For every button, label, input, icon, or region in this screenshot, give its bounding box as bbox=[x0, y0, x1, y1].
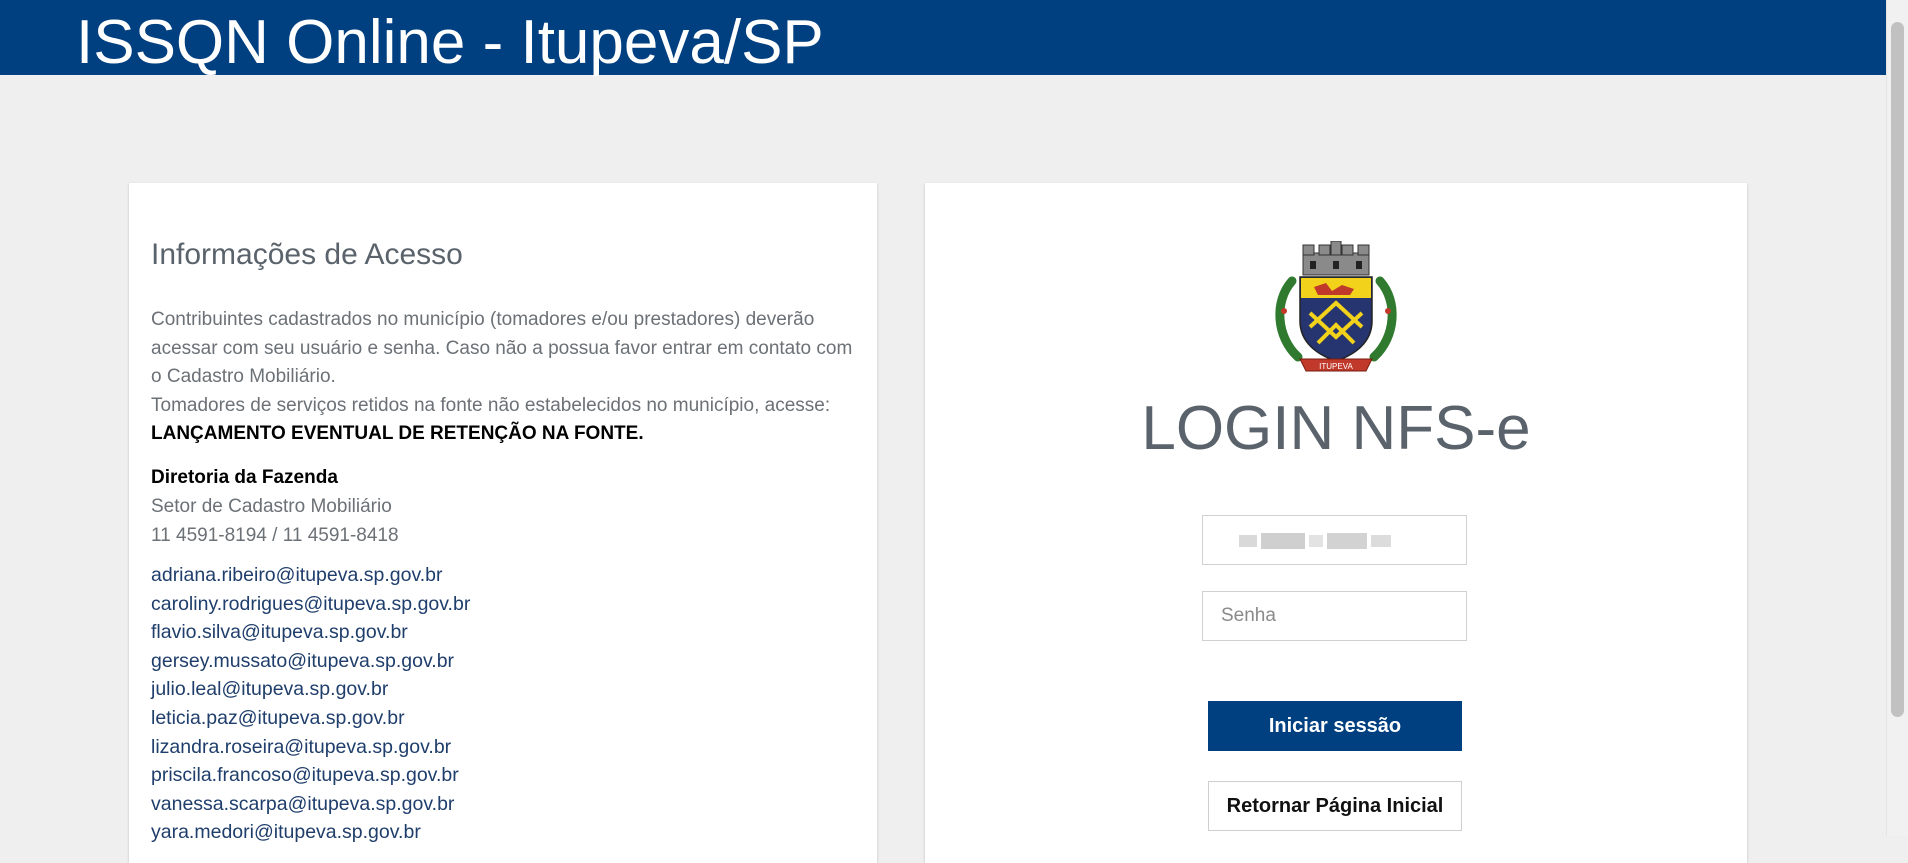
email-link[interactable]: flavio.silva@itupeva.sp.gov.br bbox=[151, 618, 851, 647]
phone-numbers: 11 4591-8194 / 11 4591-8418 bbox=[151, 525, 399, 546]
eventual-withholding-link[interactable]: LANÇAMENTO EVENTUAL DE RETENÇÃO NA FONTE… bbox=[151, 423, 644, 444]
vertical-scrollbar[interactable] bbox=[1886, 0, 1908, 836]
page-title: ISSQN Online - Itupeva/SP bbox=[76, 8, 824, 77]
return-home-button[interactable]: Retornar Página Inicial bbox=[1208, 781, 1462, 831]
password-input[interactable] bbox=[1202, 591, 1467, 641]
access-info-paragraph-2: Tomadores de serviços retidos na fonte n… bbox=[151, 394, 831, 416]
email-link[interactable]: lizandra.roseira@itupeva.sp.gov.br bbox=[151, 733, 851, 762]
email-link[interactable]: julio.leal@itupeva.sp.gov.br bbox=[151, 675, 851, 704]
crest-label: ITUPEVA bbox=[1319, 362, 1353, 371]
email-link[interactable]: leticia.paz@itupeva.sp.gov.br bbox=[151, 704, 851, 733]
itupeva-coat-of-arms-icon: ITUPEVA bbox=[1275, 241, 1397, 372]
login-title: LOGIN NFS-e bbox=[1141, 394, 1531, 463]
email-link[interactable]: priscila.francoso@itupeva.sp.gov.br bbox=[151, 761, 851, 790]
email-list: adriana.ribeiro@itupeva.sp.gov.br caroli… bbox=[151, 561, 851, 847]
access-info-heading: Informações de Acesso bbox=[151, 238, 463, 271]
login-submit-button[interactable]: Iniciar sessão bbox=[1208, 701, 1462, 751]
email-link[interactable]: gersey.mussato@itupeva.sp.gov.br bbox=[151, 647, 851, 676]
department-contact: Diretoria da Fazenda Setor de Cadastro M… bbox=[151, 463, 851, 550]
email-link[interactable]: yara.medori@itupeva.sp.gov.br bbox=[151, 818, 851, 847]
scrollbar-thumb[interactable] bbox=[1891, 22, 1904, 717]
top-header-bar: ISSQN Online - Itupeva/SP bbox=[0, 0, 1887, 77]
email-link[interactable]: vanessa.scarpa@itupeva.sp.gov.br bbox=[151, 790, 851, 819]
access-info-card: Informações de Acesso Contribuintes cada… bbox=[129, 183, 877, 863]
username-input[interactable] bbox=[1202, 515, 1467, 565]
access-info-description: Contribuintes cadastrados no município (… bbox=[151, 306, 861, 449]
email-link[interactable]: caroliny.rodrigues@itupeva.sp.gov.br bbox=[151, 590, 851, 619]
sector-name: Setor de Cadastro Mobiliário bbox=[151, 496, 392, 517]
access-info-paragraph-1: Contribuintes cadastrados no município (… bbox=[151, 309, 853, 387]
department-name: Diretoria da Fazenda bbox=[151, 467, 338, 488]
login-card: ITUPEVA LOGIN NFS-e Iniciar sessão Retor… bbox=[925, 183, 1747, 863]
email-link[interactable]: adriana.ribeiro@itupeva.sp.gov.br bbox=[151, 561, 851, 590]
